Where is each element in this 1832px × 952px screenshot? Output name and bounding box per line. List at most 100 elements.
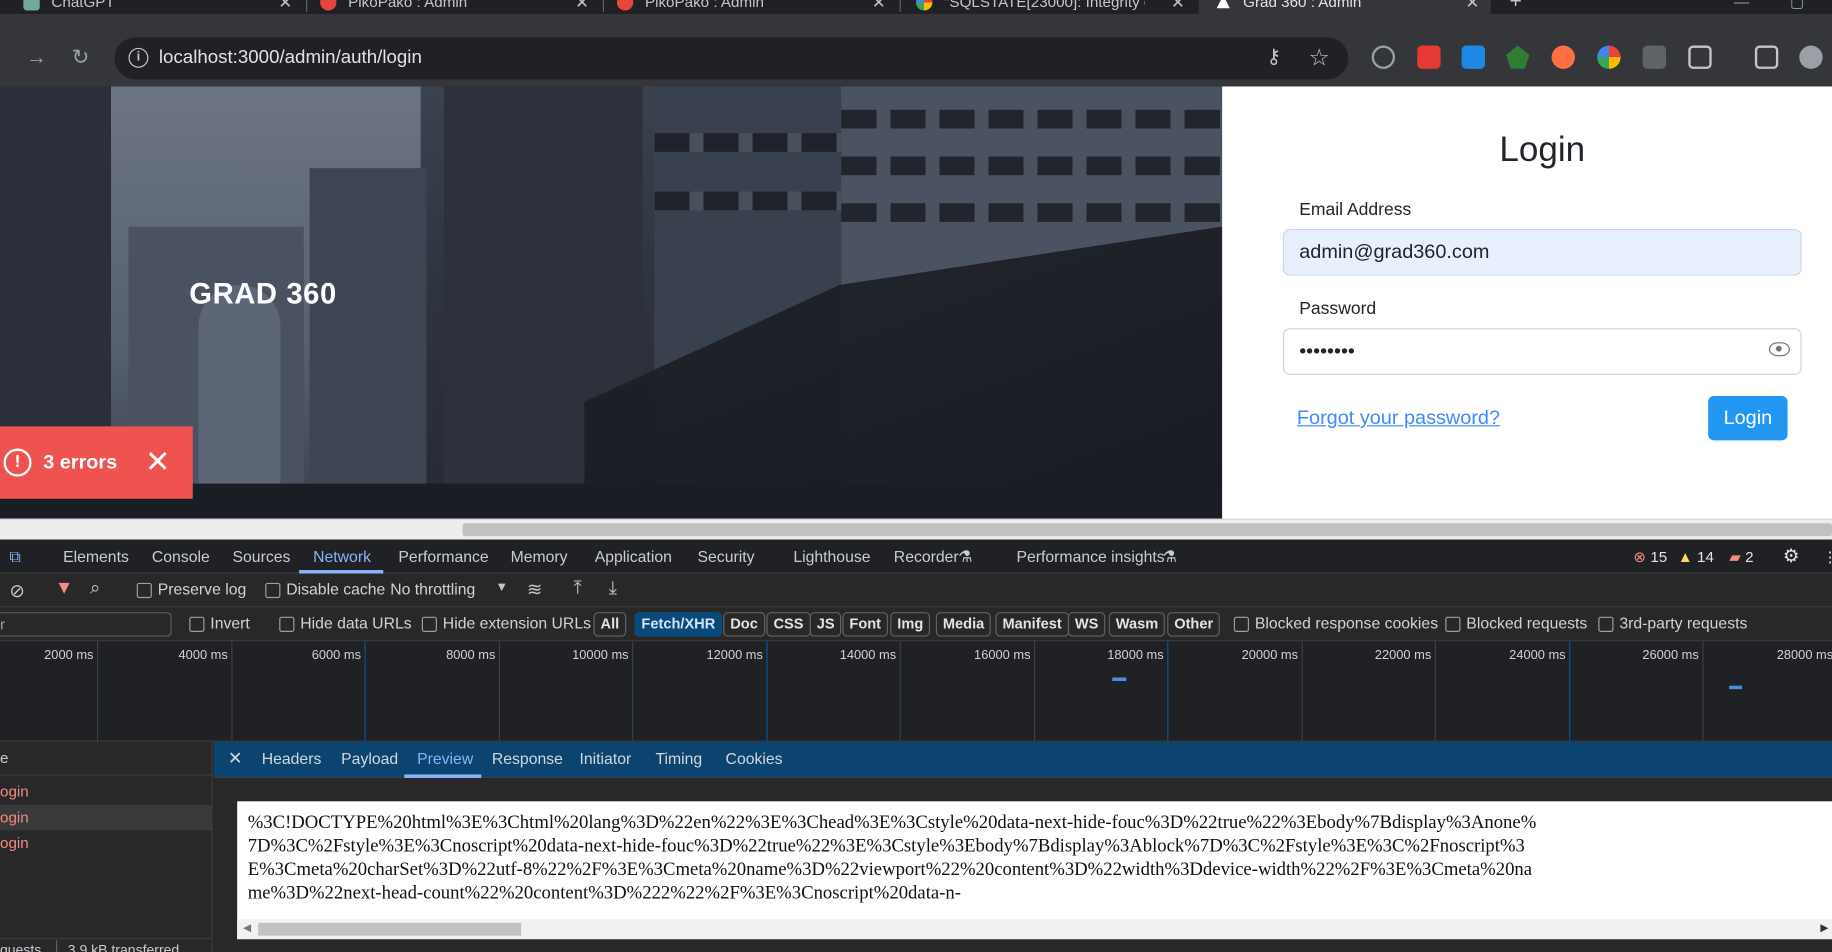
search-icon[interactable]: ⌕ [90,578,100,599]
tab-lighthouse[interactable]: Lighthouse [793,548,870,566]
third-party-requests-checkbox[interactable] [1598,616,1614,632]
password-field[interactable]: •••••••• [1282,328,1802,375]
tab-recorder[interactable]: Recorder [894,548,959,566]
maximize-icon[interactable]: ▢ [1790,0,1804,14]
browser-tab-pikopako-2[interactable]: PikoPako : Admin ✕ [616,0,886,14]
tab-elements[interactable]: Elements [63,548,129,566]
type-filter-all[interactable]: All [593,612,627,637]
network-conditions-wifi-icon[interactable]: ≋ [527,578,543,601]
browser-tab-sqlstate[interactable]: "SQLSTATE[23000]: Integrity co ✕ [916,0,1185,14]
tab-application[interactable]: Application [595,548,672,566]
tab-security[interactable]: Security [698,548,755,566]
blocked-requests-checkbox[interactable] [1445,616,1461,632]
request-row[interactable]: ogin [0,804,213,831]
scrollbar-thumb[interactable] [258,922,522,936]
close-icon[interactable]: ✕ [145,445,170,478]
type-filter-doc[interactable]: Doc [723,612,765,637]
invert-checkbox[interactable] [189,616,205,632]
tab-console[interactable]: Console [152,548,210,566]
tab-performance-insights[interactable]: Performance insights [1016,548,1164,566]
url-text[interactable]: localhost:3000/admin/auth/login [159,48,422,69]
hide-data-urls-checkbox[interactable] [279,616,295,632]
device-toolbar-icon[interactable]: ⧉ [9,548,20,567]
tab-payload[interactable]: Payload [341,750,398,768]
extensions-puzzle-icon[interactable] [1688,45,1712,69]
hide-extension-urls-checkbox[interactable] [421,616,437,632]
issues-count-badge[interactable]: ▰ 2 [1729,548,1753,567]
extension-moon-icon[interactable] [1371,45,1396,69]
bookmark-star-icon[interactable]: ☆ [1309,43,1330,72]
type-filter-font[interactable]: Font [842,612,889,637]
close-tab-icon[interactable]: ✕ [575,0,589,13]
close-details-icon[interactable]: ✕ [228,748,243,769]
request-row[interactable]: ogin [0,779,213,805]
close-tab-icon[interactable]: ✕ [872,0,886,13]
type-filter-media[interactable]: Media [935,612,992,637]
type-filter-manifest[interactable]: Manifest [995,612,1069,637]
extension-color-icon[interactable] [1597,45,1621,69]
address-bar[interactable]: i localhost:3000/admin/auth/login ⚷ ☆ [114,37,1349,80]
throttling-select[interactable]: No throttling [390,581,475,599]
export-har-icon[interactable]: ⤓ [609,578,617,599]
more-options-icon[interactable]: ⋮ [1823,548,1832,567]
page-horizontal-scrollbar[interactable] [0,518,1832,540]
forgot-password-link[interactable]: Forgot your password? [1297,406,1500,429]
close-tab-icon[interactable]: ✕ [1171,0,1185,13]
type-filter-wasm[interactable]: Wasm [1108,612,1166,637]
blocked-response-cookies-checkbox[interactable] [1233,616,1249,632]
import-har-icon[interactable]: ⤒ [574,578,582,599]
browser-tab-pikopako-1[interactable]: PikoPako : Admin ✕ [320,0,589,14]
tab-preview[interactable]: Preview [417,750,473,768]
browser-tab-grad360[interactable]: Grad 360 : Admin ✕ [1198,0,1491,15]
tab-cookies[interactable]: Cookies [726,750,783,768]
tab-network[interactable]: Network [313,548,371,566]
tab-timing[interactable]: Timing [655,750,702,768]
reload-icon[interactable]: ↻ [65,42,95,72]
close-tab-icon[interactable]: ✕ [1465,0,1479,13]
profile-avatar[interactable] [1799,45,1823,69]
tab-sources[interactable]: Sources [233,548,291,566]
tab-initiator[interactable]: Initiator [580,750,632,768]
type-filter-js[interactable]: JS [809,612,842,637]
errors-toast[interactable]: ! 3 errors ✕ [0,426,193,499]
extension-orange-icon[interactable] [1551,45,1575,69]
type-filter-img[interactable]: Img [890,612,931,637]
scrollbar-thumb[interactable] [462,523,1832,537]
request-list-header[interactable]: e [0,742,213,776]
email-field[interactable]: admin@grad360.com [1282,228,1802,276]
forward-icon[interactable]: → [21,42,51,72]
settings-gear-icon[interactable]: ⚙ [1783,544,1800,567]
show-password-eye-icon[interactable] [1768,342,1790,357]
filter-input[interactable]: r [0,612,172,637]
type-filter-other[interactable]: Other [1167,612,1221,637]
network-overview-timeline[interactable]: 2000 ms 4000 ms 6000 ms 8000 ms 10000 ms 1200… [0,641,1832,742]
clear-log-icon[interactable]: ⊘ [9,579,25,602]
tab-headers[interactable]: Headers [262,750,322,768]
type-filter-ws[interactable]: WS [1067,612,1106,637]
tab-memory[interactable]: Memory [511,548,568,566]
extension-green-icon[interactable] [1506,45,1530,69]
filter-funnel-icon[interactable]: ▼ [55,578,74,599]
scroll-left-icon[interactable]: ◀ [243,922,251,935]
chevron-down-icon[interactable]: ▼ [495,581,508,595]
login-button[interactable]: Login [1708,395,1788,441]
warning-count-badge[interactable]: ▲ 14 [1678,548,1714,566]
preserve-log-checkbox[interactable] [136,582,152,599]
close-tab-icon[interactable]: ✕ [278,0,292,13]
tab-performance[interactable]: Performance [398,548,488,566]
type-filter-fetch-xhr[interactable]: Fetch/XHR [634,612,723,637]
extension-grey-icon[interactable] [1642,45,1667,69]
side-panel-icon[interactable] [1754,45,1779,69]
error-count-badge[interactable]: ⊗ 15 [1633,548,1667,567]
browser-tab-chatgpt[interactable]: ChatGPT ✕ [23,0,292,14]
new-tab-button[interactable]: + [1510,0,1522,14]
scroll-right-icon[interactable]: ▶ [1820,922,1828,935]
type-filter-css[interactable]: CSS [766,612,811,637]
extension-red-icon[interactable] [1417,45,1441,69]
extension-s-icon[interactable] [1461,45,1485,69]
tab-response[interactable]: Response [492,750,563,768]
minimize-icon[interactable]: — [1734,0,1749,14]
preview-scrollbar[interactable]: ◀ ▶ [237,919,1832,940]
request-row[interactable]: ogin [0,831,213,857]
password-key-icon[interactable]: ⚷ [1267,46,1282,69]
